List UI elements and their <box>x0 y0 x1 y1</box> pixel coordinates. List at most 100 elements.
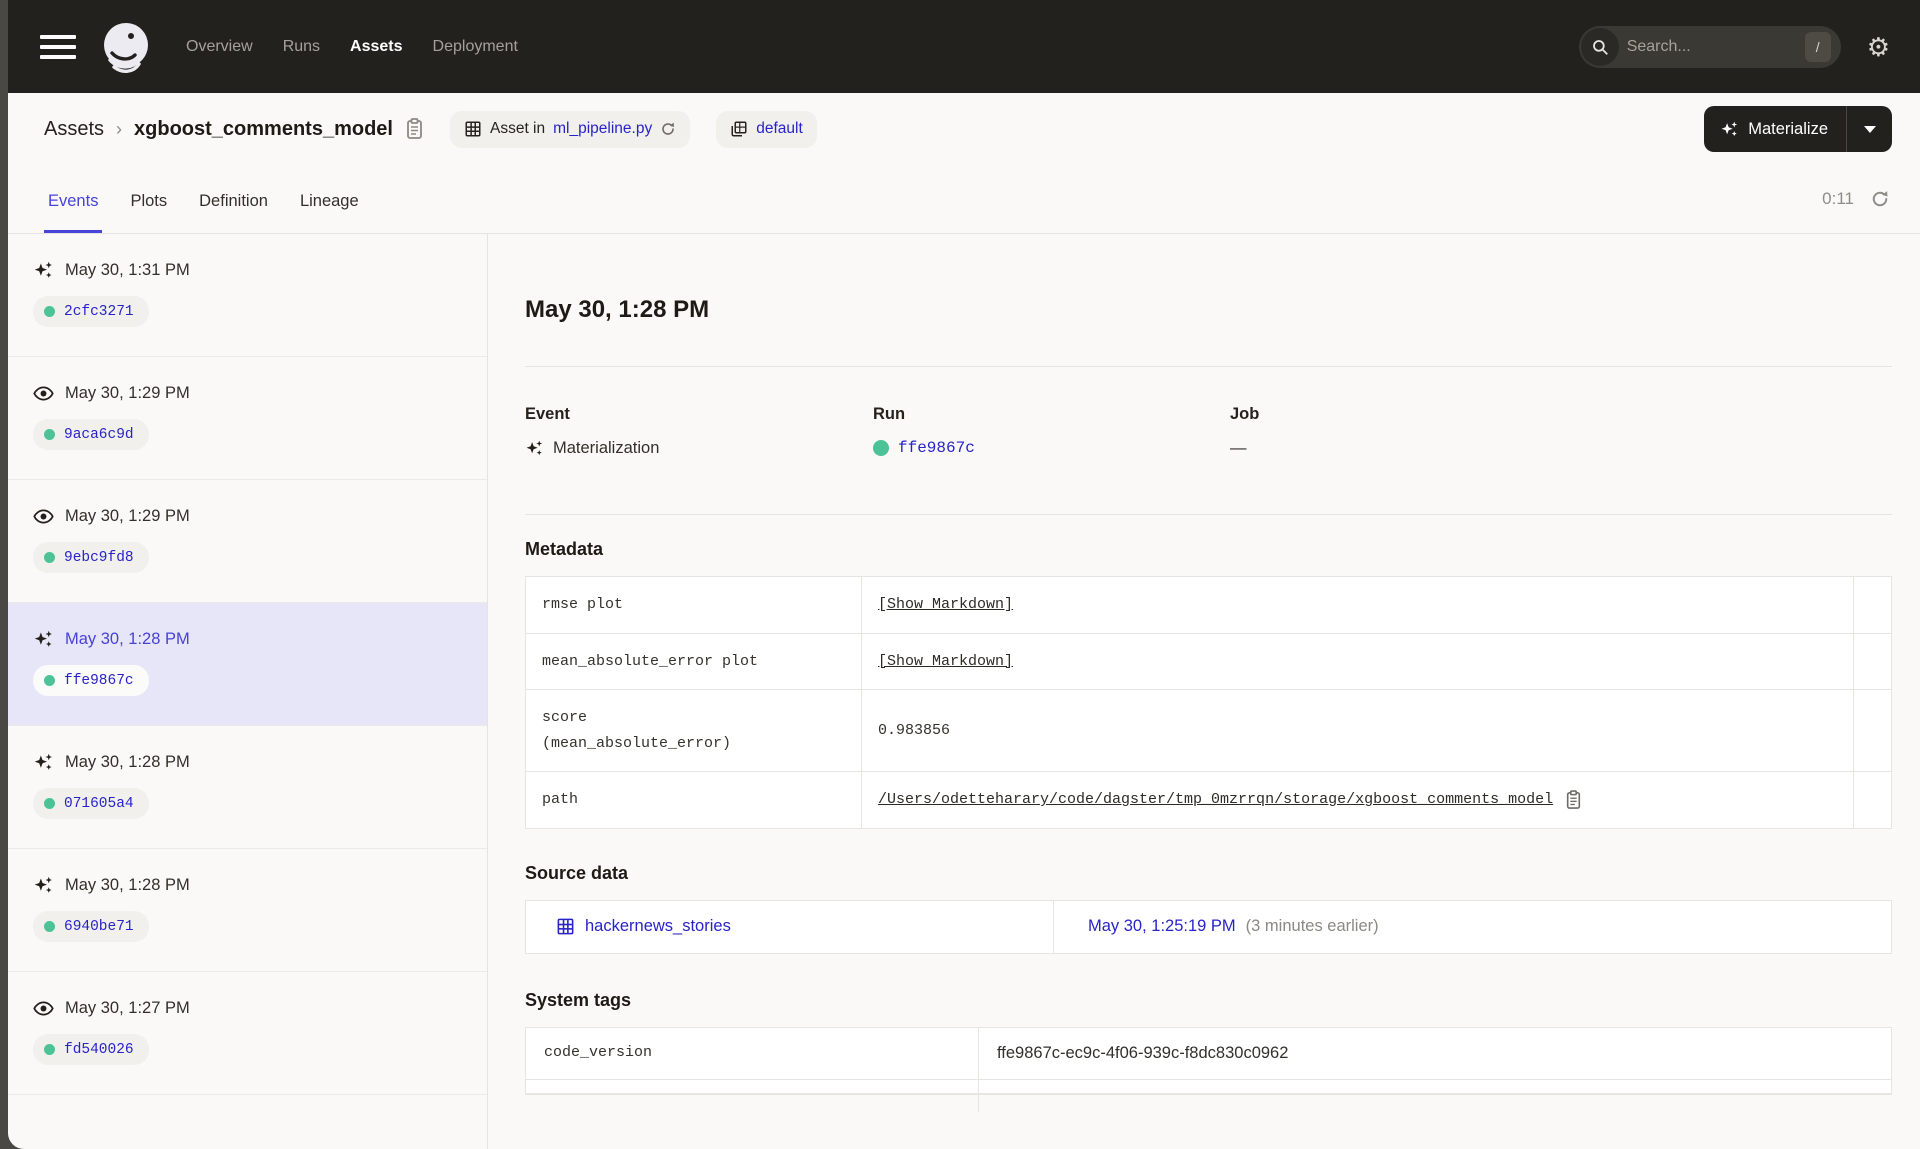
run-id-link[interactable]: fd540026 <box>64 1042 134 1058</box>
show-markdown-link[interactable]: [Show Markdown] <box>878 596 1013 613</box>
search-input[interactable] <box>1618 37 1805 56</box>
chevron-down-icon <box>1863 125 1876 133</box>
event-timestamp: May 30, 1:28 PM <box>65 753 190 771</box>
event-list-item[interactable]: May 30, 1:31 PM 2cfc3271 <box>8 234 487 357</box>
metadata-key: mean_absolute_error plot <box>525 632 862 690</box>
nav-link-overview[interactable]: Overview <box>186 38 253 56</box>
run-id-link[interactable]: 9aca6c9d <box>64 427 134 443</box>
breadcrumb-assets-link[interactable]: Assets <box>44 118 104 141</box>
run-id-pill[interactable]: 9ebc9fd8 <box>33 542 149 573</box>
run-id-link[interactable]: ffe9867c <box>64 673 134 689</box>
run-id-link[interactable]: 6940be71 <box>64 919 134 935</box>
table-row: score (mean_absolute_error) 0.983856 <box>525 689 1892 772</box>
source-time-note: (3 minutes earlier) <box>1245 917 1379 935</box>
grid-icon <box>465 121 481 137</box>
run-id-link[interactable]: 071605a4 <box>64 796 134 812</box>
run-status-dot <box>873 440 889 456</box>
tab-definition[interactable]: Definition <box>195 192 272 233</box>
reload-icon[interactable] <box>660 121 676 137</box>
system-tags-heading: System tags <box>525 989 632 1010</box>
observation-icon <box>33 998 54 1019</box>
app-window: Overview Runs Assets Deployment / ⚙ Asse… <box>8 0 1920 1149</box>
page-title: xgboost_comments_model <box>134 117 393 140</box>
asset-location-label: Asset in <box>489 120 546 137</box>
event-timestamp: May 30, 1:28 PM <box>65 876 190 894</box>
materialize-button[interactable]: Materialize <box>1704 106 1846 152</box>
event-list-item-selected[interactable]: May 30, 1:28 PM ffe9867c <box>8 603 487 726</box>
search-icon <box>1580 27 1619 66</box>
event-list-item[interactable]: May 30, 1:28 PM 071605a4 <box>8 726 487 849</box>
metadata-key: score (mean_absolute_error) <box>525 689 862 772</box>
materialize-dropdown-button[interactable] <box>1846 106 1892 152</box>
event-list-item[interactable]: May 30, 1:27 PM fd540026 <box>8 972 487 1095</box>
run-id-pill[interactable]: 9aca6c9d <box>33 419 149 450</box>
run-status-dot <box>44 675 55 686</box>
event-detail-title: May 30, 1:28 PM <box>525 296 710 323</box>
nav-link-deployment[interactable]: Deployment <box>433 38 518 56</box>
event-type-value: Materialization <box>553 439 660 457</box>
asset-location-file-link[interactable]: ml_pipeline.py <box>553 120 652 138</box>
event-timestamp: May 30, 1:28 PM <box>65 630 190 648</box>
source-asset-link[interactable]: hackernews_stories <box>585 917 731 936</box>
materialization-icon <box>33 629 54 650</box>
search-shortcut-key: / <box>1804 31 1831 62</box>
asset-tabs: Events Plots Definition Lineage 0:11 <box>8 165 1920 234</box>
event-timestamp: May 30, 1:27 PM <box>65 999 190 1017</box>
asset-group-link[interactable]: default <box>756 120 803 138</box>
run-id-pill[interactable]: 6940be71 <box>33 911 149 942</box>
event-list: May 30, 1:31 PM 2cfc3271 May 30, 1:29 PM… <box>8 234 488 1149</box>
run-status-dot <box>44 429 55 440</box>
tab-plots[interactable]: Plots <box>126 192 171 233</box>
nav-link-assets[interactable]: Assets <box>350 38 402 56</box>
show-markdown-link[interactable]: [Show Markdown] <box>878 653 1013 670</box>
run-status-dot <box>44 798 55 809</box>
run-id-pill[interactable]: ffe9867c <box>33 665 149 696</box>
metadata-key: rmse plot <box>525 576 862 634</box>
copy-asset-name-icon[interactable] <box>405 118 424 140</box>
materialization-icon <box>525 439 544 458</box>
run-id-pill[interactable]: 2cfc3271 <box>33 296 149 327</box>
refresh-icon[interactable] <box>1870 189 1890 209</box>
observation-icon <box>33 506 54 527</box>
source-time-link[interactable]: May 30, 1:25:19 PM <box>1088 917 1236 936</box>
asset-header: Assets › xgboost_comments_model Asset in… <box>8 93 1920 165</box>
refresh-countdown: 0:11 <box>1822 189 1854 208</box>
event-list-item-partial[interactable] <box>8 1095 487 1149</box>
asset-group-pill[interactable]: default <box>716 110 817 148</box>
tab-lineage[interactable]: Lineage <box>296 192 363 233</box>
table-row: rmse plot [Show Markdown] <box>525 576 1892 634</box>
path-link[interactable]: /Users/odetteharary/code/dagster/tmp_0mz… <box>878 791 1553 808</box>
metadata-value: 0.983856 <box>878 722 951 739</box>
run-id-link[interactable]: ffe9867c <box>898 439 975 457</box>
sparkle-icon <box>1721 121 1738 136</box>
materialize-button-group: Materialize <box>1704 106 1892 152</box>
run-id-link[interactable]: 2cfc3271 <box>64 304 134 320</box>
job-column-label: Job <box>1230 405 1260 423</box>
copy-path-icon[interactable] <box>1565 789 1582 810</box>
run-id-pill[interactable]: fd540026 <box>33 1034 149 1065</box>
event-timestamp: May 30, 1:29 PM <box>65 384 190 402</box>
hamburger-menu-icon[interactable] <box>40 34 76 59</box>
materialize-button-label: Materialize <box>1748 119 1828 138</box>
run-id-link[interactable]: 9ebc9fd8 <box>64 550 134 566</box>
event-timestamp: May 30, 1:29 PM <box>65 507 190 525</box>
nav-link-runs[interactable]: Runs <box>283 38 320 56</box>
materialization-icon <box>33 752 54 773</box>
tab-events[interactable]: Events <box>44 192 103 233</box>
search-box[interactable]: / <box>1578 25 1841 68</box>
run-status-dot <box>44 306 55 317</box>
materialization-icon <box>33 875 54 896</box>
event-timestamp: May 30, 1:31 PM <box>65 261 190 279</box>
breadcrumb-separator: › <box>116 118 123 139</box>
run-id-pill[interactable]: 071605a4 <box>33 788 149 819</box>
gear-icon[interactable]: ⚙ <box>1867 34 1890 60</box>
event-list-item[interactable]: May 30, 1:29 PM 9ebc9fd8 <box>8 480 487 603</box>
event-list-item[interactable]: May 30, 1:28 PM 6940be71 <box>8 849 487 972</box>
event-column-label: Event <box>525 405 570 423</box>
event-list-item[interactable]: May 30, 1:29 PM 9aca6c9d <box>8 357 487 480</box>
asset-location-pill[interactable]: Asset in ml_pipeline.py <box>449 110 691 148</box>
nav-links: Overview Runs Assets Deployment <box>186 38 518 56</box>
dagster-logo[interactable] <box>98 19 154 75</box>
metadata-key: path <box>525 771 862 829</box>
run-column-label: Run <box>873 405 906 423</box>
